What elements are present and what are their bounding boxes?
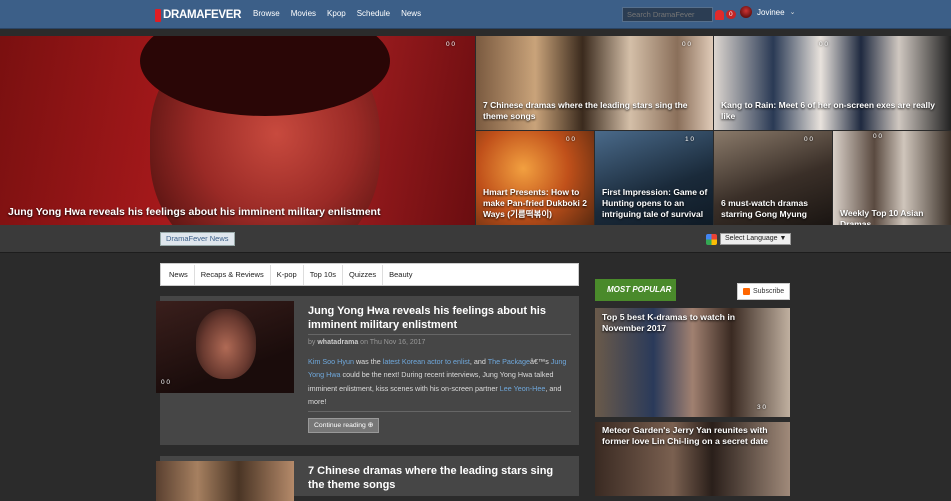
popular-item[interactable]: Meteor Garden's Jerry Yan reunites with … [595,422,790,496]
tile-title: Weekly Top 10 Asian Dramas [840,208,924,225]
tile-title: First Impression: Game of Hunting opens … [602,187,708,219]
subheader-bar [0,225,951,253]
tab-quizzes[interactable]: Quizzes [343,264,384,285]
tile-counts: 1 0 [685,136,695,143]
popular-item-title: Meteor Garden's Jerry Yan reunites with … [602,425,769,446]
tile-weekly-top10[interactable]: 0 0 Weekly Top 10 Asian Dramas [833,131,951,225]
username: Jovinee [757,7,785,17]
link-kim-soo-hyun[interactable]: Kim Soo Hyun [308,357,354,366]
tile-counts: 0 0 [819,41,829,48]
tile-title: Kang to Rain: Meet 6 of her on-screen ex… [721,100,935,121]
most-popular-heading: MOST POPULAR [595,279,676,301]
subscribe-button[interactable]: Subscribe [737,283,791,300]
tab-top10s[interactable]: Top 10s [304,264,344,285]
byline: by whatadrama on Thu Nov 16, 2017 [308,339,425,346]
tile-chinese-dramas[interactable]: 0 0 7 Chinese dramas where the leading s… [476,36,713,130]
hero-feature[interactable]: 0 0 Jung Yong Hwa reveals his feelings a… [0,36,475,225]
article-card: 0 0 Jung Yong Hwa reveals his feelings a… [156,296,579,445]
nav-movies[interactable]: Movies [291,9,316,18]
avatar [740,6,752,18]
byline-prefix: by [308,339,316,346]
notifications-button[interactable]: 0 [715,7,737,22]
dramafever-news-button[interactable]: DramaFever News [160,232,235,246]
link-the-package[interactable]: The Package [488,357,530,366]
google-translate-icon [706,233,717,245]
nav-kpop[interactable]: Kpop [327,9,346,18]
divider [308,411,571,412]
search-input[interactable] [622,7,713,22]
author-link[interactable]: whatadrama [317,339,358,346]
tile-counts: 0 0 [804,136,814,143]
article-counts: 0 0 [161,379,171,386]
tile-title: 6 must-watch dramas starring Gong Myung [721,198,808,219]
notification-count: 0 [726,10,736,19]
hero-title[interactable]: Jung Yong Hwa reveals his feelings about… [8,206,380,218]
tab-news[interactable]: News [163,264,195,285]
continue-reading-button[interactable]: Continue reading ⊕ [308,418,380,433]
article-card: 7 Chinese dramas where the leading stars… [156,456,579,501]
tile-dukboki[interactable]: 0 0 Hmart Presents: How to make Pan-frie… [476,131,594,225]
tile-title: Hmart Presents: How to make Pan-fried Du… [483,187,587,219]
rss-icon [743,288,750,295]
tile-game-of-hunting[interactable]: 1 0 First Impression: Game of Hunting op… [595,131,713,225]
dramafever-logo[interactable]: DRAMAFEVER [155,7,241,23]
language-selector[interactable]: Select Language ▼ [706,233,792,245]
tab-beauty[interactable]: Beauty [383,265,418,285]
select-language-dropdown[interactable]: Select Language ▼ [720,233,792,245]
popular-item[interactable]: Top 5 best K-dramas to watch in November… [595,308,790,417]
hero-counts: 0 0 [446,41,456,48]
main-nav: Browse Movies Kpop Schedule News [253,9,421,18]
tab-kpop[interactable]: K-pop [271,264,304,285]
divider [308,334,571,335]
tile-counts: 0 0 [566,136,576,143]
tile-gong-myung[interactable]: 0 0 6 must-watch dramas starring Gong My… [714,131,832,225]
thumbnail-face [196,309,256,379]
logo-text: DRAMAFEVER [163,9,242,21]
tile-counts: 0 0 [682,41,692,48]
nav-browse[interactable]: Browse [253,9,280,18]
link-lee-yeon-hee[interactable]: Lee Yeon-Hee [500,384,546,393]
nav-schedule[interactable]: Schedule [357,9,390,18]
logo-mark-icon [155,8,161,22]
popular-item-title: Top 5 best K-dramas to watch in November… [602,312,736,333]
top-navbar: DRAMAFEVER Browse Movies Kpop Schedule N… [0,0,951,29]
article-excerpt: Kim Soo Hyun was the latest Korean actor… [308,357,567,406]
popular-item-counts: 3 0 [757,404,767,411]
bell-icon [715,9,724,20]
subscribe-label: Subscribe [753,288,785,295]
article-title[interactable]: 7 Chinese dramas where the leading stars… [308,464,570,492]
link-latest-actor[interactable]: latest Korean actor to enlist [383,357,470,366]
tab-recaps-reviews[interactable]: Recaps & Reviews [195,264,271,285]
article-date: on Thu Nov 16, 2017 [360,339,426,346]
chevron-down-icon: ⌄ [789,9,796,16]
category-tabs: News Recaps & Reviews K-pop Top 10s Quiz… [160,263,579,286]
article-thumbnail[interactable]: 0 0 [156,301,294,393]
tile-title: 7 Chinese dramas where the leading stars… [483,100,688,121]
article-title[interactable]: Jung Yong Hwa reveals his feelings about… [308,304,570,332]
article-thumbnail[interactable] [156,461,294,501]
tile-rain-exes[interactable]: 0 0 Kang to Rain: Meet 6 of her on-scree… [714,36,951,130]
user-menu[interactable]: Jovinee ⌄ [740,6,795,18]
nav-news[interactable]: News [401,9,421,18]
tile-counts: 0 0 [873,133,883,140]
